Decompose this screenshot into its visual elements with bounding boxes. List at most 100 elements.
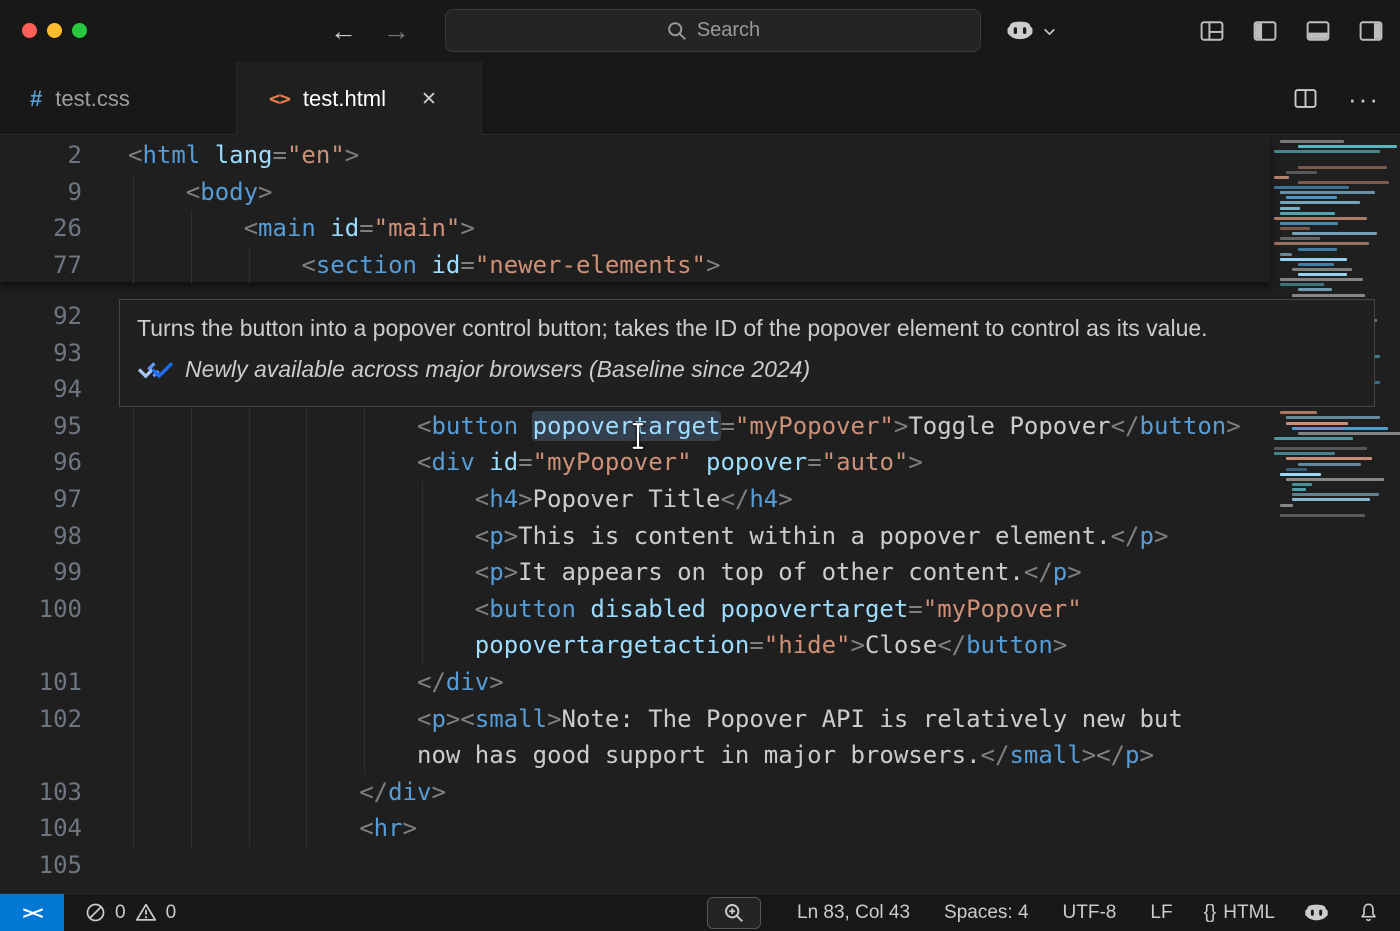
zoom-button[interactable] xyxy=(707,897,761,929)
tab-test-css[interactable]: # test.css xyxy=(0,62,237,135)
indent-guide xyxy=(191,737,192,774)
indent-guide xyxy=(306,554,307,591)
toggle-primary-sidebar-icon[interactable] xyxy=(1252,18,1278,44)
line-number: 101 xyxy=(0,664,82,701)
indent-guide xyxy=(249,627,250,664)
minimap-line xyxy=(1298,263,1334,266)
indent-guide xyxy=(364,737,365,774)
indent-guide xyxy=(306,591,307,628)
code-line-105[interactable]: 105 xyxy=(0,847,1400,884)
code-line-104[interactable]: 104<hr> xyxy=(0,810,1400,847)
code-line-99[interactable]: 99<p>It appears on top of other content.… xyxy=(0,554,1400,591)
minimap-line xyxy=(1274,176,1289,179)
close-window-button[interactable] xyxy=(22,23,37,38)
indent-guide xyxy=(364,701,365,738)
line-number: 93 xyxy=(0,335,82,372)
minimap-line xyxy=(1286,196,1337,199)
indent-guide xyxy=(191,481,192,518)
css-file-icon: # xyxy=(30,86,42,112)
minimap-line xyxy=(1280,253,1292,256)
indent-guide xyxy=(133,591,134,628)
error-count: 0 xyxy=(115,902,126,924)
code-line-wrap[interactable]: popovertargetaction="hide">Close</button… xyxy=(0,627,1400,664)
minimap[interactable] xyxy=(1270,135,1400,695)
code-line-9[interactable]: 9<body> xyxy=(0,174,1270,211)
indent-guide xyxy=(191,810,192,847)
indent-guide xyxy=(364,627,365,664)
text-cursor-pointer xyxy=(629,421,647,456)
minimap-line xyxy=(1274,186,1349,189)
indentation-status[interactable]: Spaces: 4 xyxy=(932,902,1041,924)
errors-icon xyxy=(85,902,106,923)
tooltip-baseline-text: Newly available across major browsers (B… xyxy=(185,356,810,383)
code-line-102[interactable]: 102<p><small>Note: The Popover API is re… xyxy=(0,701,1400,738)
code-line-98[interactable]: 98<p>This is content within a popover el… xyxy=(0,518,1400,555)
minimap-line xyxy=(1286,468,1307,471)
indent-guide xyxy=(364,408,365,445)
indent-guide xyxy=(249,774,250,811)
minimap-line xyxy=(1280,278,1363,281)
indent-guide xyxy=(133,174,134,211)
notifications-bell-button[interactable] xyxy=(1349,902,1388,923)
indent-guide xyxy=(133,810,134,847)
code-line-97[interactable]: 97<h4>Popover Title</h4> xyxy=(0,481,1400,518)
indent-guide xyxy=(249,554,250,591)
copilot-menu-button[interactable] xyxy=(1005,0,1058,62)
code-line-96[interactable]: 96<div id="myPopover" popover="auto"> xyxy=(0,444,1400,481)
indent-guide xyxy=(191,554,192,591)
minimap-line xyxy=(1274,452,1335,455)
indent-guide xyxy=(249,664,250,701)
minimap-line xyxy=(1298,273,1347,276)
more-actions-icon[interactable]: ··· xyxy=(1348,89,1380,109)
minimap-line xyxy=(1274,150,1380,153)
split-editor-icon[interactable] xyxy=(1293,86,1318,111)
line-number: 2 xyxy=(0,137,82,174)
problems-status[interactable]: 0 0 xyxy=(76,894,185,931)
code-line-100[interactable]: 100<button disabled popovertarget="myPop… xyxy=(0,591,1400,628)
code-line-wrap[interactable]: now has good support in major browsers.<… xyxy=(0,737,1400,774)
encoding-status[interactable]: UTF-8 xyxy=(1051,902,1129,924)
indent-guide xyxy=(306,737,307,774)
indent-guide xyxy=(249,737,250,774)
titlebar: ← → Search xyxy=(0,0,1400,62)
indent-guide xyxy=(306,481,307,518)
code-line-103[interactable]: 103</div> xyxy=(0,774,1400,811)
code-line-77[interactable]: 77<section id="newer-elements"> xyxy=(0,247,1270,284)
statusbar: >< 0 0 Ln 83, Col xyxy=(0,893,1400,931)
minimap-line xyxy=(1292,488,1306,491)
customize-layout-icon[interactable] xyxy=(1199,18,1225,44)
history-navigation: ← → xyxy=(330,0,410,62)
minimize-window-button[interactable] xyxy=(47,23,62,38)
minimap-line xyxy=(1280,191,1375,194)
minimap-line xyxy=(1280,207,1300,210)
eol-status[interactable]: LF xyxy=(1138,902,1184,924)
code-line-26[interactable]: 26<main id="main"> xyxy=(0,210,1270,247)
indent-guide xyxy=(133,444,134,481)
navigate-back-button[interactable]: ← xyxy=(330,16,357,47)
toggle-panel-icon[interactable] xyxy=(1305,18,1331,44)
tab-test-html[interactable]: <> test.html ✕ xyxy=(237,62,482,136)
close-tab-icon[interactable]: ✕ xyxy=(421,88,437,111)
search-icon xyxy=(666,20,688,42)
minimap-line xyxy=(1286,457,1372,460)
language-mode-status[interactable]: {} HTML xyxy=(1195,902,1284,924)
indent-guide xyxy=(364,591,365,628)
line-number: 95 xyxy=(0,408,82,445)
navigate-forward-button[interactable]: → xyxy=(383,16,410,47)
code-line-101[interactable]: 101</div> xyxy=(0,664,1400,701)
cursor-position-status[interactable]: Ln 83, Col 43 xyxy=(785,902,922,924)
maximize-window-button[interactable] xyxy=(72,23,87,38)
vscode-window: ← → Search xyxy=(0,0,1400,931)
line-number: 105 xyxy=(0,847,82,884)
editor[interactable]: 92939495<button popovertarget="myPopover… xyxy=(0,135,1400,893)
indent-guide xyxy=(249,408,250,445)
code-line-2[interactable]: 2<html lang="en"> xyxy=(0,137,1270,174)
remote-indicator-button[interactable]: >< xyxy=(0,894,64,931)
indent-guide xyxy=(133,554,134,591)
copilot-status-button[interactable] xyxy=(1294,903,1339,923)
code-line-95[interactable]: 95<button popovertarget="myPopover">Togg… xyxy=(0,408,1400,445)
minimap-line xyxy=(1280,227,1310,230)
minimap-line xyxy=(1274,447,1367,450)
toggle-secondary-sidebar-icon[interactable] xyxy=(1358,18,1384,44)
search-input[interactable]: Search xyxy=(445,9,981,52)
